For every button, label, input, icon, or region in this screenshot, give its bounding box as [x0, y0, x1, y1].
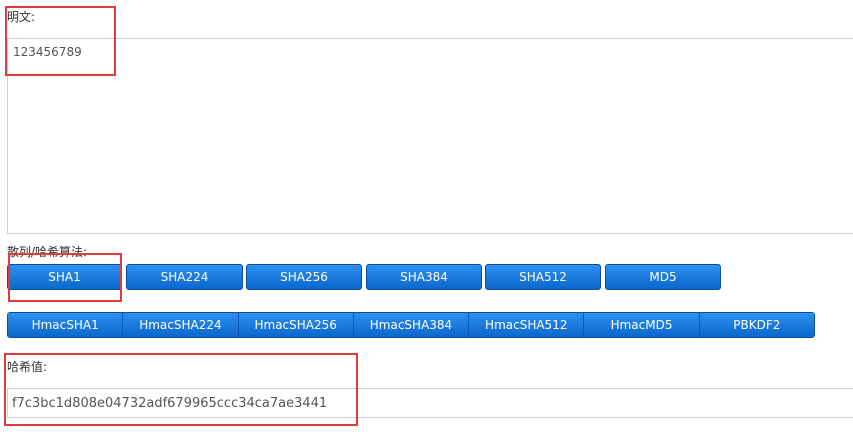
sha256-button[interactable]: SHA256 — [246, 264, 362, 290]
pbkdf2-button[interactable]: PBKDF2 — [699, 313, 814, 337]
hash-output-field[interactable] — [7, 388, 853, 418]
hmacsha256-button[interactable]: HmacSHA256 — [238, 313, 354, 337]
algorithm-label: 散列/哈希算法: — [7, 245, 88, 259]
hmacsha1-button[interactable]: HmacSHA1 — [8, 313, 124, 337]
hash-label: 哈希值: — [7, 360, 48, 374]
hash-tool-page: 明文: 123456789 散列/哈希算法: SHA1 SHA224 SHA25… — [0, 0, 853, 434]
hmacsha224-button[interactable]: HmacSHA224 — [123, 313, 239, 337]
plaintext-label: 明文: — [7, 10, 36, 24]
md5-button[interactable]: MD5 — [605, 264, 721, 290]
hmacsha384-button[interactable]: HmacSHA384 — [353, 313, 470, 337]
sha384-button[interactable]: SHA384 — [366, 264, 482, 290]
sha512-button[interactable]: SHA512 — [485, 264, 601, 290]
hmacmd5-button[interactable]: HmacMD5 — [584, 313, 700, 337]
sha224-button[interactable]: SHA224 — [126, 264, 243, 290]
hmac-button-group: HmacSHA1 HmacSHA224 HmacSHA256 HmacSHA38… — [7, 312, 815, 338]
hmacsha512-button[interactable]: HmacSHA512 — [469, 313, 585, 337]
plaintext-input[interactable]: 123456789 — [7, 38, 853, 234]
sha1-button[interactable]: SHA1 — [7, 264, 122, 290]
